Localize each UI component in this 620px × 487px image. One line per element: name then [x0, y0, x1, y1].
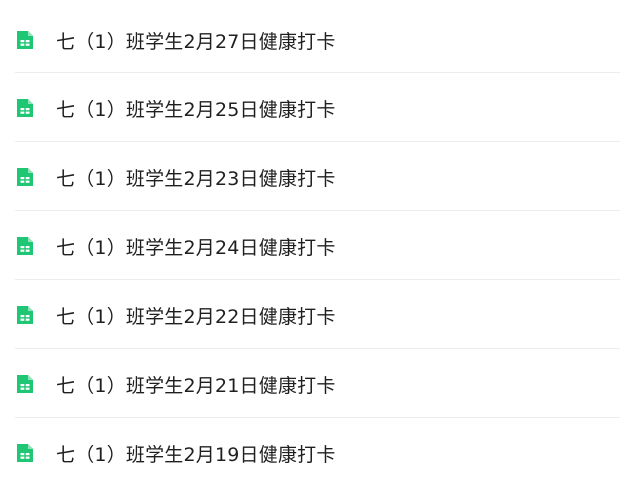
divider	[15, 348, 620, 349]
file-title: 七（1）班学生2月24日健康打卡	[56, 236, 336, 259]
spreadsheet-icon	[15, 167, 35, 187]
file-title: 七（1）班学生2月25日健康打卡	[56, 98, 336, 121]
spreadsheet-icon	[15, 30, 35, 50]
spreadsheet-icon	[15, 305, 35, 325]
divider	[15, 141, 620, 142]
divider	[15, 417, 620, 418]
spreadsheet-icon	[15, 374, 35, 394]
divider	[15, 210, 620, 211]
file-item[interactable]: 七（1）班学生2月24日健康打卡	[0, 212, 620, 280]
file-item[interactable]: 七（1）班学生2月22日健康打卡	[0, 281, 620, 349]
divider	[15, 279, 620, 280]
file-item[interactable]: 七（1）班学生2月25日健康打卡	[0, 74, 620, 142]
file-title: 七（1）班学生2月19日健康打卡	[56, 443, 336, 466]
file-item[interactable]: 七（1）班学生2月19日健康打卡	[0, 419, 620, 487]
spreadsheet-icon	[15, 443, 35, 463]
file-title: 七（1）班学生2月23日健康打卡	[56, 167, 336, 190]
divider	[15, 72, 620, 73]
spreadsheet-icon	[15, 236, 35, 256]
file-title: 七（1）班学生2月27日健康打卡	[56, 30, 336, 53]
file-list: 七（1）班学生2月27日健康打卡 七（1）班学生2月25日健康打卡 七（1）班学…	[0, 0, 620, 481]
file-title: 七（1）班学生2月22日健康打卡	[56, 305, 336, 328]
file-item[interactable]: 七（1）班学生2月21日健康打卡	[0, 350, 620, 418]
spreadsheet-icon	[15, 98, 35, 118]
file-title: 七（1）班学生2月21日健康打卡	[56, 374, 336, 397]
file-item[interactable]: 七（1）班学生2月27日健康打卡	[0, 6, 620, 74]
file-item[interactable]: 七（1）班学生2月23日健康打卡	[0, 143, 620, 211]
